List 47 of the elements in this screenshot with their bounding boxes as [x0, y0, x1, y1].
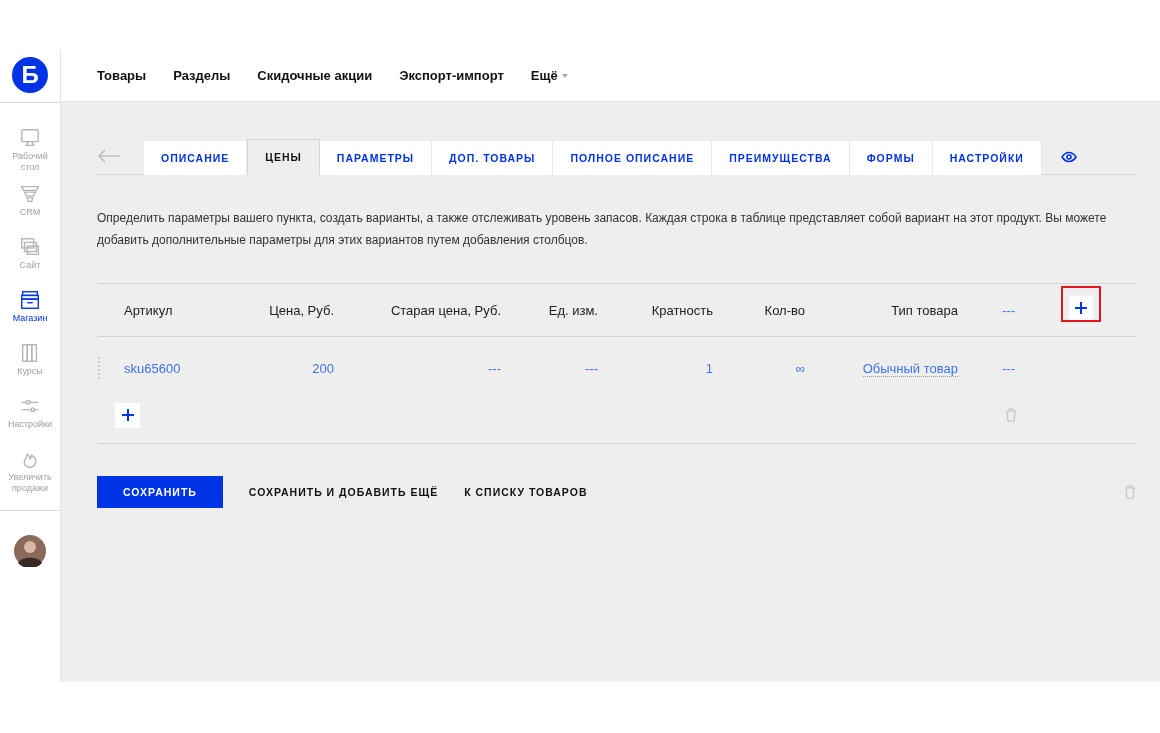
plus-icon [121, 409, 134, 421]
column-header[interactable]: --- [958, 302, 1069, 318]
tab[interactable]: ПОЛНОЕ ОПИСАНИЕ [553, 141, 713, 175]
column-header: Кол-во [763, 302, 805, 318]
drag-handle[interactable] [98, 357, 102, 379]
save-button[interactable]: СОХРАНИТЬ [97, 476, 223, 508]
tab[interactable]: ПАРАМЕТРЫ [319, 141, 433, 175]
add-column-button[interactable] [1069, 296, 1093, 320]
description-text: Определить параметры вашего пункта, создать варианты, а также отслеживать уровень запасов. Каждая строка в таблице представляет собой вариант на этот продукт. Вы можете добавить дополнительные параметры для этих вариантов путем добавления столбцов. [97, 210, 1108, 249]
sidebar-item[interactable]: Магазин [0, 289, 60, 332]
column-header: Артикул [124, 302, 174, 318]
tab[interactable]: ДОП. ТОВАРЫ [432, 141, 554, 175]
monitor-icon [19, 127, 41, 149]
tab[interactable]: НАСТРОЙКИ [932, 141, 1042, 175]
nav-link[interactable]: Ещё [530, 68, 568, 83]
avatar[interactable] [14, 535, 46, 567]
logo[interactable]: Б [12, 57, 48, 93]
column-header: Кратность [650, 302, 713, 318]
plus-icon [1075, 302, 1087, 314]
nav-link[interactable]: Разделы [173, 68, 231, 83]
table-cell[interactable]: 200 [254, 360, 334, 376]
tab[interactable]: ЦЕНЫ [247, 139, 320, 175]
type-select[interactable]: Обычный товар [805, 360, 958, 376]
eye-icon[interactable] [1060, 151, 1077, 163]
tab[interactable]: ФОРМЫ [849, 141, 933, 175]
table-cell[interactable]: 1 [598, 360, 713, 376]
nav-link[interactable]: Товары [97, 68, 147, 83]
tab[interactable]: ПРЕИМУЩЕСТВА [712, 141, 850, 175]
column-header: Ед. изм. [547, 302, 598, 318]
action-button[interactable]: СОХРАНИТЬ И ДОБАВИТЬ ЕЩЁ [248, 476, 439, 508]
table-cell[interactable]: ∞ [713, 360, 805, 376]
add-row-button[interactable] [115, 402, 140, 428]
table-cell[interactable]: --- [958, 360, 1069, 376]
column-header: Тип товара [890, 302, 958, 318]
nav-link[interactable]: Скидочные акции [257, 68, 373, 83]
caret-icon [561, 73, 568, 78]
action-button[interactable]: К СПИСКУ ТОВАРОВ [464, 476, 588, 508]
table-cell[interactable]: sku65600 [124, 360, 254, 376]
column-header: Цена, Руб. [268, 302, 334, 318]
box-icon [19, 289, 41, 311]
table-cell[interactable]: --- [501, 360, 598, 376]
windows-icon [19, 236, 41, 258]
column-header: Старая цена, Руб. [389, 302, 501, 318]
funnel-icon [19, 183, 41, 205]
tab[interactable]: ОПИСАНИЕ [144, 141, 248, 175]
nav-link[interactable]: Экспорт-импорт [399, 68, 504, 83]
table-cell[interactable]: --- [334, 360, 501, 376]
